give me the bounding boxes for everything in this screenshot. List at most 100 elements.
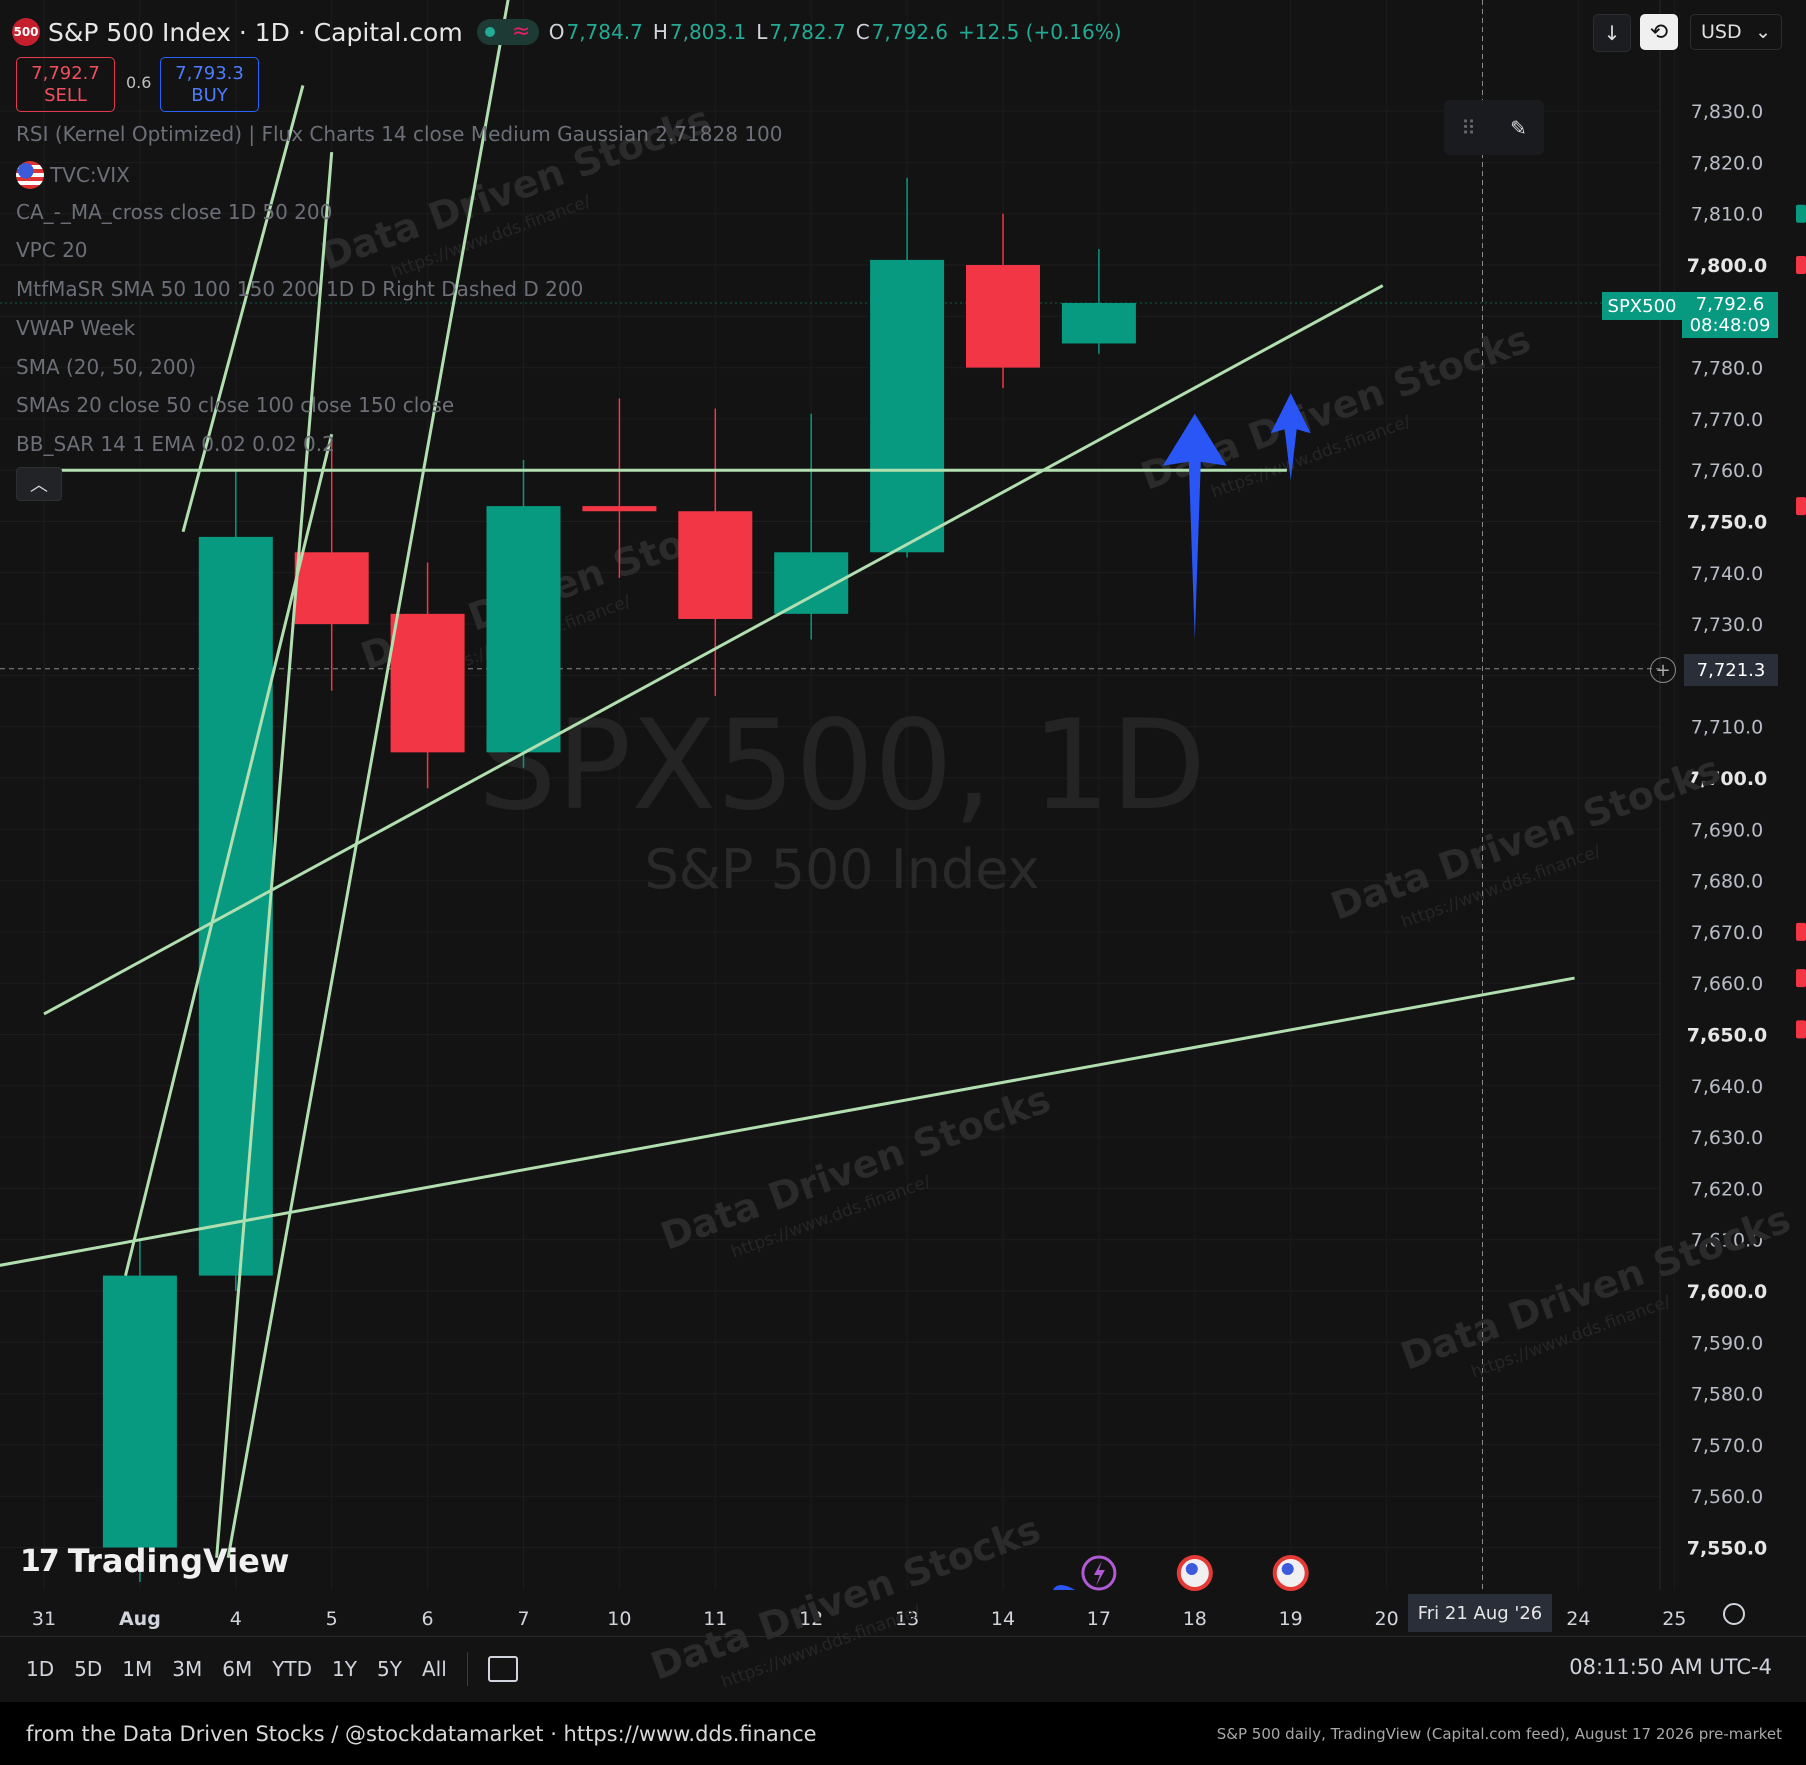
sell-label: SELL — [44, 84, 87, 106]
indicator-row[interactable]: TVC:VIX — [16, 161, 172, 189]
collapse-indicators-button[interactable]: ︿ — [16, 467, 62, 501]
buy-label: BUY — [191, 84, 228, 106]
hidden-eye-icon[interactable] — [344, 202, 374, 222]
indicator-row[interactable]: MtfMaSR SMA 50 100 150 200 1D D Right Da… — [16, 277, 625, 301]
x-tick-label: 4 — [230, 1608, 242, 1630]
x-tick-label: 25 — [1662, 1608, 1686, 1630]
x-tick-label: 18 — [1183, 1608, 1207, 1630]
calendar-goto-icon[interactable] — [487, 1656, 518, 1682]
x-tick-label: 19 — [1279, 1608, 1303, 1630]
tradingview-mark-icon: 17 — [20, 1543, 60, 1579]
bar-countdown: 08:48:09 — [1689, 315, 1771, 336]
candle-body — [678, 511, 753, 619]
candle-body — [198, 536, 273, 1276]
divider — [466, 1652, 468, 1686]
indicator-row[interactable]: SMA (20, 50, 200) — [16, 355, 238, 379]
range-1d[interactable]: 1D — [16, 1657, 64, 1681]
y-tick-label: 7,710.0 — [1691, 717, 1764, 739]
hidden-eye-icon[interactable] — [347, 434, 377, 454]
ohlc-values: O 7,784.7 H 7,803.1 L 7,782.7 C 7,792.6 +12.… — [548, 20, 1122, 44]
indicator-row[interactable]: VWAP Week — [16, 316, 177, 340]
buy-price: 7,793.3 — [175, 62, 244, 84]
candle-body — [294, 552, 369, 625]
candle-body — [582, 506, 657, 512]
y-tick-label: 7,640.0 — [1691, 1076, 1764, 1098]
watermark-name: S&P 500 Index — [644, 838, 1039, 901]
add-alert-plus-icon[interactable]: + — [1650, 657, 1676, 683]
close-value: 7,792.6 — [871, 20, 949, 44]
y-tick-label: 7,830.0 — [1691, 101, 1764, 123]
sell-button[interactable]: 7,792.7 SELL — [16, 57, 115, 112]
drag-handle-icon[interactable]: ⠿ — [1461, 116, 1476, 140]
y-tick-label: 7,820.0 — [1691, 152, 1764, 174]
indicator-row[interactable]: BB_SAR 14 1 EMA 0.02 0.02 0.2 — [16, 432, 377, 456]
indicator-row[interactable]: SMAs 20 close 50 close 100 close 150 clo… — [16, 393, 496, 417]
buy-button[interactable]: 7,793.3 BUY — [160, 57, 259, 112]
hidden-eye-icon[interactable] — [795, 124, 825, 144]
high-value: 7,803.1 — [669, 20, 747, 44]
footer-caption: S&P 500 daily, TradingView (Capital.com … — [1216, 1724, 1782, 1743]
range-6m[interactable]: 6M — [212, 1657, 262, 1681]
indicator-row[interactable]: RSI (Kernel Optimized) | Flux Charts 14 … — [16, 122, 825, 146]
tradingview-logo[interactable]: 17 TradingView — [20, 1542, 289, 1580]
scale-marker — [1796, 969, 1806, 988]
indicator-row[interactable]: CA_-_MA_cross close 1D 50 200 — [16, 200, 374, 224]
y-tick-label: 7,730.0 — [1691, 614, 1764, 636]
spread-value: 0.6 — [126, 73, 152, 92]
chart-header: 500 S&P 500 Index · 1D · Capital.com ≈ O… — [12, 14, 1122, 50]
currency-select[interactable]: USD ⌄ — [1690, 14, 1782, 50]
range-all[interactable]: All — [412, 1657, 457, 1681]
hidden-eye-icon[interactable] — [147, 318, 177, 338]
y-tick-label: 7,650.0 — [1687, 1025, 1768, 1047]
hidden-eye-icon[interactable] — [100, 240, 130, 260]
hidden-eye-icon[interactable] — [466, 395, 496, 415]
scale-marker — [1796, 922, 1806, 941]
chevron-down-icon: ⌄ — [1755, 21, 1771, 43]
x-tick-label: 5 — [326, 1608, 338, 1630]
candle-body — [1061, 302, 1136, 344]
y-tick-label: 7,810.0 — [1691, 204, 1764, 226]
x-tick-label: 24 — [1566, 1608, 1590, 1630]
indicator-row[interactable]: VPC 20 — [16, 238, 130, 262]
range-3m[interactable]: 3M — [162, 1657, 212, 1681]
y-tick-label: 7,750.0 — [1687, 512, 1768, 534]
chart-clock[interactable]: 08:11:50 AM UTC-4 — [1569, 1655, 1772, 1679]
y-tick-label: 7,740.0 — [1691, 563, 1764, 585]
change-value: +12.5 (+0.16%) — [958, 20, 1122, 44]
x-tick-label: 17 — [1087, 1608, 1111, 1630]
open-value: 7,784.7 — [566, 20, 643, 44]
market-status-pill[interactable]: ≈ — [476, 19, 539, 45]
range-5y[interactable]: 5Y — [367, 1657, 412, 1681]
range-1m[interactable]: 1M — [112, 1657, 162, 1681]
price-chart[interactable]: 31 Aug 4 5 6 7 10 11 12 13 14 17 18 19 20 24 257,830.07,… — [0, 0, 1806, 1765]
symbol-price-tag: SPX500 — [1602, 292, 1682, 320]
hidden-eye-icon[interactable] — [208, 357, 238, 377]
crosshair-date-tag: Fri 21 Aug '26 — [1408, 1594, 1552, 1632]
footer-credit: from the Data Driven Stocks / @stockdata… — [26, 1721, 817, 1746]
drawing-toolbar[interactable]: ⠿ ✎ — [1444, 100, 1544, 155]
sync-icon: ⟲ — [1649, 19, 1669, 45]
settings-gear-icon[interactable] — [1723, 1603, 1745, 1625]
y-tick-label: 7,570.0 — [1691, 1435, 1764, 1457]
y-tick-label: 7,760.0 — [1691, 460, 1764, 482]
crosshair-price-tag: 7,721.3 — [1684, 654, 1778, 686]
candle-body — [486, 506, 561, 753]
y-tick-label: 7,630.0 — [1691, 1127, 1764, 1149]
flag-canton — [1281, 1563, 1294, 1575]
hidden-eye-icon[interactable] — [595, 279, 625, 299]
x-tick-label: 10 — [607, 1608, 631, 1630]
eraser-icon[interactable]: ✎ — [1510, 116, 1527, 140]
y-tick-label: 7,680.0 — [1691, 871, 1764, 893]
y-tick-label: 7,670.0 — [1691, 922, 1764, 944]
sync-button[interactable]: ⟲ — [1640, 14, 1678, 50]
y-tick-label: 7,620.0 — [1691, 1178, 1764, 1200]
download-button[interactable]: ↓ — [1593, 14, 1631, 52]
range-1y[interactable]: 1Y — [322, 1657, 367, 1681]
range-selector[interactable]: 1D 5D 1M 3M 6M YTD 1Y 5Y All — [16, 1652, 518, 1686]
scale-marker — [1796, 497, 1806, 516]
range-5d[interactable]: 5D — [64, 1657, 112, 1681]
scale-marker — [1796, 1020, 1806, 1039]
symbol-title[interactable]: S&P 500 Index · 1D · Capital.com — [48, 18, 463, 47]
hidden-eye-icon[interactable] — [142, 165, 172, 185]
range-ytd[interactable]: YTD — [262, 1657, 322, 1681]
